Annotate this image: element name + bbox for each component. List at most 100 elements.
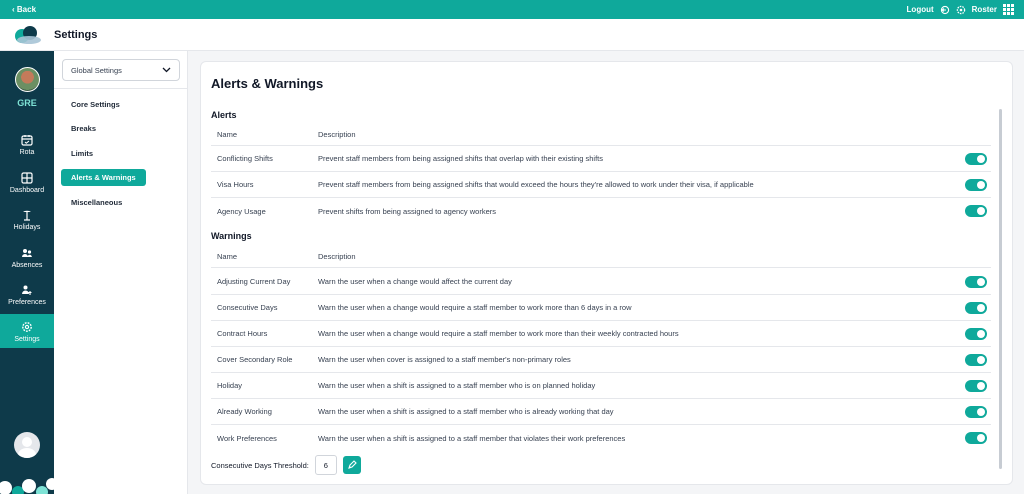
site-avatar[interactable] <box>15 67 40 92</box>
warning-toggle-contract-hours[interactable] <box>965 327 987 340</box>
row-name: Holiday <box>217 381 243 390</box>
alert-toggle-conflicting-shifts[interactable] <box>965 152 987 165</box>
alerts-table-header: Name Description <box>211 124 991 146</box>
nav-item-preferences[interactable]: Preferences <box>0 277 54 311</box>
row-name: Agency Usage <box>217 206 266 216</box>
table-row: Contract Hours Warn the user when a chan… <box>211 321 991 347</box>
table-row: Holiday Warn the user when a shift is as… <box>211 373 991 399</box>
alerts-heading: Alerts <box>211 110 237 120</box>
row-name: Contract Hours <box>217 329 268 338</box>
roster-button[interactable]: Roster <box>972 5 997 14</box>
settings-subnav: Global Settings Core Settings Breaks Lim… <box>54 51 188 494</box>
col-name-header: Name <box>217 130 238 139</box>
row-description: Prevent shifts from being assigned to ag… <box>318 206 497 216</box>
nav-label: Preferences <box>8 298 46 306</box>
nav-item-dashboard[interactable]: Dashboard <box>0 165 54 199</box>
row-description: Warn the user when a shift is assigned t… <box>318 381 596 390</box>
nav-label: Holidays <box>13 223 41 231</box>
row-description: Warn the user when cover is assigned to … <box>318 355 571 364</box>
subnav-item-alerts-warnings[interactable]: Alerts & Warnings <box>61 169 146 186</box>
main-nav: GRE Rota Dashboard Holidays Absences Pre… <box>0 51 54 494</box>
table-row: Already Working Warn the user when a shi… <box>211 399 991 425</box>
subnav-item-limits[interactable]: Limits <box>61 145 103 162</box>
subnav-item-miscellaneous[interactable]: Miscellaneous <box>61 194 132 211</box>
table-row: Conflicting Shifts Prevent staff members… <box>211 146 991 172</box>
table-row: Cover Secondary Role Warn the user when … <box>211 347 991 373</box>
row-name: Consecutive Days <box>217 303 278 312</box>
nav-item-holidays[interactable]: Holidays <box>0 202 54 236</box>
warning-toggle-consecutive-days[interactable] <box>965 301 987 314</box>
page-title: Alerts & Warnings <box>211 76 324 91</box>
warning-toggle-holiday[interactable] <box>965 379 987 392</box>
table-row: Work Preferences Warn the user when a sh… <box>211 425 991 451</box>
calendar-icon <box>20 133 34 147</box>
page-header-title: Settings <box>54 28 98 41</box>
row-name: Work Preferences <box>217 433 277 443</box>
table-row: Visa Hours Prevent staff members from be… <box>211 172 991 198</box>
logout-button[interactable]: Logout <box>907 5 934 14</box>
top-bar: ‹ Back Logout Roster <box>0 0 1024 19</box>
panel-scrollbar[interactable] <box>999 109 1002 469</box>
nav-item-settings[interactable]: Settings <box>0 314 54 348</box>
logout-icon[interactable] <box>940 5 950 15</box>
gear-icon[interactable] <box>956 5 966 15</box>
nav-label: Absences <box>11 261 43 269</box>
col-name-header: Name <box>217 252 238 261</box>
nav-item-rota[interactable]: Rota <box>0 127 54 161</box>
holiday-icon <box>20 208 34 222</box>
warnings-heading: Warnings <box>211 231 252 241</box>
row-description: Prevent staff members from being assigne… <box>318 180 754 189</box>
row-name: Already Working <box>217 407 272 416</box>
warning-toggle-cover-secondary-role[interactable] <box>965 353 987 366</box>
row-description: Warn the user when a change would requir… <box>318 303 632 312</box>
row-description: Warn the user when a change would affect… <box>318 277 512 286</box>
table-row: Adjusting Current Day Warn the user when… <box>211 269 991 295</box>
subnav-item-breaks[interactable]: Breaks <box>61 120 106 137</box>
select-value: Global Settings <box>71 65 122 75</box>
alert-toggle-visa-hours[interactable] <box>965 178 987 191</box>
nav-label: Settings <box>14 335 40 343</box>
warning-toggle-work-preferences[interactable] <box>965 432 987 444</box>
subnav-item-core-settings[interactable]: Core Settings <box>61 96 130 113</box>
settings-panel: Alerts & Warnings Alerts Name Descriptio… <box>200 61 1013 485</box>
table-row: Agency Usage Prevent shifts from being a… <box>211 198 991 224</box>
top-bar-actions: Logout Roster <box>907 4 1014 15</box>
threshold-value-field[interactable]: 6 <box>314 455 337 475</box>
nav-label: Dashboard <box>9 186 45 194</box>
col-description-header: Description <box>318 252 356 261</box>
back-label: Back <box>16 5 37 14</box>
warning-toggle-already-working[interactable] <box>965 405 987 418</box>
absences-icon <box>20 246 34 260</box>
row-name: Cover Secondary Role <box>217 355 293 364</box>
col-description-header: Description <box>318 130 356 139</box>
row-description: Warn the user when a change would requir… <box>318 329 679 338</box>
decorative-pattern <box>0 474 54 494</box>
site-code: GRE <box>17 98 37 108</box>
nav-item-absences[interactable]: Absences <box>0 240 54 274</box>
threshold-label: Consecutive Days Threshold: <box>211 460 309 470</box>
app-logo[interactable] <box>0 19 54 51</box>
nav-label: Rota <box>19 148 35 156</box>
subnav-divider <box>54 88 188 89</box>
warnings-table-header: Name Description <box>211 246 991 268</box>
preferences-icon <box>20 283 34 297</box>
row-name: Adjusting Current Day <box>217 277 291 286</box>
settings-scope-select[interactable]: Global Settings <box>62 59 180 81</box>
app-header: Settings <box>0 19 1024 51</box>
consecutive-days-threshold: Consecutive Days Threshold: 6 <box>211 455 361 475</box>
row-name: Visa Hours <box>217 180 254 189</box>
table-row: Consecutive Days Warn the user when a ch… <box>211 295 991 321</box>
gear-icon <box>20 320 34 334</box>
dashboard-icon <box>20 171 34 185</box>
edit-threshold-button[interactable] <box>342 456 361 474</box>
user-avatar[interactable] <box>14 432 40 458</box>
row-description: Warn the user when a shift is assigned t… <box>318 407 614 416</box>
back-button[interactable]: ‹ Back <box>12 5 36 14</box>
row-description: Prevent staff members from being assigne… <box>318 154 603 163</box>
alert-toggle-agency-usage[interactable] <box>965 205 987 217</box>
row-name: Conflicting Shifts <box>217 154 273 163</box>
grid-menu-icon[interactable] <box>1003 4 1014 15</box>
pencil-icon <box>347 460 357 469</box>
warning-toggle-adjusting-current-day[interactable] <box>965 275 987 288</box>
row-description: Warn the user when a shift is assigned t… <box>318 433 626 443</box>
